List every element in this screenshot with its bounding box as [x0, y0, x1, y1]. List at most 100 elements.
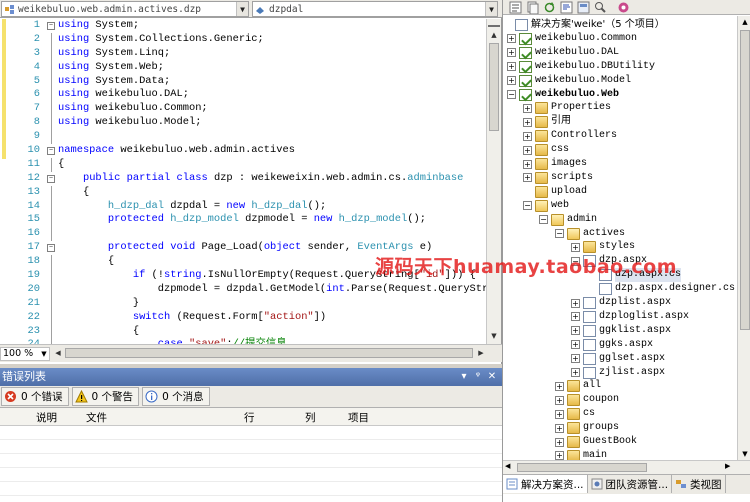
expand-icon[interactable]: +: [571, 312, 580, 322]
expand-icon[interactable]: +: [555, 437, 564, 447]
tree-item[interactable]: + css: [523, 143, 569, 157]
expand-icon[interactable]: +: [507, 76, 516, 86]
tree-item[interactable]: + gglset.aspx: [571, 352, 665, 366]
scroll-left-icon[interactable]: ◀: [53, 347, 63, 360]
expand-icon[interactable]: +: [555, 381, 564, 391]
expand-icon[interactable]: +: [571, 326, 580, 336]
scroll-left-icon[interactable]: ◀: [505, 462, 510, 470]
code-line[interactable]: 8 using weikebuluo.Model;: [0, 116, 486, 131]
editor-horizontal-scrollbar[interactable]: ◀ ▶: [53, 347, 486, 360]
collapse-icon[interactable]: −: [555, 229, 564, 238]
collapse-icon[interactable]: −: [539, 215, 548, 225]
scroll-thumb[interactable]: [65, 348, 473, 358]
tree-item[interactable]: + 引用: [523, 115, 571, 129]
expand-icon[interactable]: +: [523, 145, 532, 155]
code-line[interactable]: 23 {: [0, 324, 486, 339]
properties-icon[interactable]: [509, 1, 522, 14]
code-line[interactable]: 19 if (!string.IsNullOrEmpty(Request.Que…: [0, 269, 486, 284]
member-dropdown[interactable]: dzpdal ▼: [252, 1, 498, 17]
collapse-icon[interactable]: −: [571, 256, 580, 266]
code-line[interactable]: 11 {: [0, 157, 486, 172]
expand-icon[interactable]: +: [523, 159, 532, 169]
expand-icon[interactable]: +: [523, 131, 532, 141]
tree-item[interactable]: + dzploglist.aspx: [571, 310, 689, 324]
code-line[interactable]: 3 using System.Linq;: [0, 46, 486, 61]
dropdown-icon[interactable]: ▾: [458, 368, 470, 386]
pin-icon[interactable]: ᵠ: [472, 368, 484, 386]
solution-horizontal-scrollbar[interactable]: ◀ ▶: [503, 460, 750, 474]
refresh-icon[interactable]: [543, 1, 556, 14]
code-line[interactable]: 13 {: [0, 185, 486, 200]
collapse-icon[interactable]: −: [523, 201, 532, 211]
chevron-down-icon[interactable]: ▼: [39, 348, 49, 360]
show-all-files-icon[interactable]: [526, 1, 539, 14]
code-line[interactable]: 4 using System.Web;: [0, 60, 486, 75]
tree-item[interactable]: 解决方案'weike'（5 个项目）: [515, 18, 665, 32]
collapse-icon[interactable]: −: [47, 147, 55, 156]
tree-item[interactable]: dzp.aspx.cs: [587, 268, 682, 283]
chevron-down-icon[interactable]: ▼: [236, 2, 248, 16]
copy-website-icon[interactable]: [617, 1, 630, 14]
tree-item[interactable]: dzp.aspx.designer.cs: [587, 282, 735, 296]
expand-icon[interactable]: +: [571, 368, 580, 377]
code-text-area[interactable]: 1− using System; 2 using System.Collections…: [0, 19, 486, 344]
tree-item[interactable]: − weikebuluo.Web: [507, 88, 619, 102]
warnings-filter-button[interactable]: 0 个警告: [71, 387, 140, 406]
code-line[interactable]: 1− using System;: [0, 19, 486, 33]
scroll-right-icon[interactable]: ▶: [476, 347, 486, 360]
errors-filter-button[interactable]: 0 个错误: [1, 387, 69, 406]
expand-icon[interactable]: +: [571, 340, 580, 350]
tree-item[interactable]: upload: [523, 185, 587, 199]
tab-team-explorer[interactable]: 团队资源管...: [588, 475, 673, 493]
code-line[interactable]: 7 using weikebuluo.Common;: [0, 102, 486, 117]
expand-icon[interactable]: +: [507, 34, 516, 44]
messages-filter-button[interactable]: 0 个消息: [142, 387, 210, 406]
tree-item[interactable]: + dzplist.aspx: [571, 296, 671, 310]
column-header-description[interactable]: 说明: [36, 410, 57, 425]
close-icon[interactable]: ✕: [486, 368, 498, 386]
code-line[interactable]: 15 protected h_dzp_model dzpmodel = new …: [0, 213, 486, 228]
scroll-thumb[interactable]: [517, 463, 647, 472]
tab-class-view[interactable]: 类视图: [672, 475, 726, 493]
collapse-icon[interactable]: −: [47, 174, 55, 183]
tree-item[interactable]: + groups: [555, 421, 619, 435]
code-line[interactable]: 6 using weikebuluo.DAL;: [0, 88, 486, 103]
column-header-project[interactable]: 项目: [348, 410, 369, 425]
expand-icon[interactable]: +: [555, 451, 564, 460]
splitter-handle[interactable]: [488, 19, 500, 27]
expand-icon[interactable]: +: [555, 395, 564, 405]
collapse-icon[interactable]: −: [507, 90, 516, 99]
collapse-icon[interactable]: −: [47, 22, 55, 30]
expand-icon[interactable]: +: [571, 242, 580, 252]
code-line[interactable]: 10− namespace weikebuluo.web.admin.active…: [0, 144, 486, 158]
zoom-dropdown[interactable]: 100 % ▼: [0, 346, 50, 361]
code-line[interactable]: 18 {: [0, 255, 486, 270]
scroll-up-icon[interactable]: ▲: [739, 18, 750, 26]
expand-icon[interactable]: +: [523, 117, 532, 127]
tree-item[interactable]: + Properties: [523, 101, 611, 115]
collapse-icon[interactable]: −: [47, 244, 55, 253]
expand-icon[interactable]: +: [571, 354, 580, 364]
tree-item[interactable]: + weikebuluo.DAL: [507, 46, 619, 60]
column-header-file[interactable]: 文件: [86, 410, 107, 425]
tree-item[interactable]: + styles: [571, 240, 635, 254]
tree-item[interactable]: − web: [523, 199, 569, 213]
tree-item[interactable]: − admin: [539, 213, 597, 227]
class-dropdown[interactable]: weikebuluo.web.admin.actives.dzp ▼: [1, 1, 249, 17]
code-line[interactable]: 17− protected void Page_Load(object send…: [0, 241, 486, 255]
expand-icon[interactable]: +: [507, 62, 516, 72]
column-header-column[interactable]: 列: [305, 410, 316, 425]
expand-icon[interactable]: +: [523, 103, 532, 113]
code-line[interactable]: 22 switch (Request.Form["action"]): [0, 310, 486, 325]
scroll-down-icon[interactable]: ▼: [488, 330, 500, 342]
scroll-down-icon[interactable]: ▼: [739, 450, 750, 458]
tree-item[interactable]: + weikebuluo.Common: [507, 32, 637, 46]
tree-item[interactable]: + Controllers: [523, 129, 617, 143]
code-line[interactable]: 20 dzpmodel = dzpdal.GetModel(int.Parse(…: [0, 282, 486, 297]
tree-item[interactable]: + images: [523, 157, 587, 171]
tree-item[interactable]: + ggklist.aspx: [571, 324, 671, 338]
view-code-icon[interactable]: [560, 1, 573, 14]
code-line[interactable]: 5 using System.Data;: [0, 74, 486, 89]
chevron-down-icon[interactable]: ▼: [485, 2, 497, 16]
error-list-titlebar[interactable]: 错误列表 ▾ ᵠ ✕: [0, 368, 502, 386]
